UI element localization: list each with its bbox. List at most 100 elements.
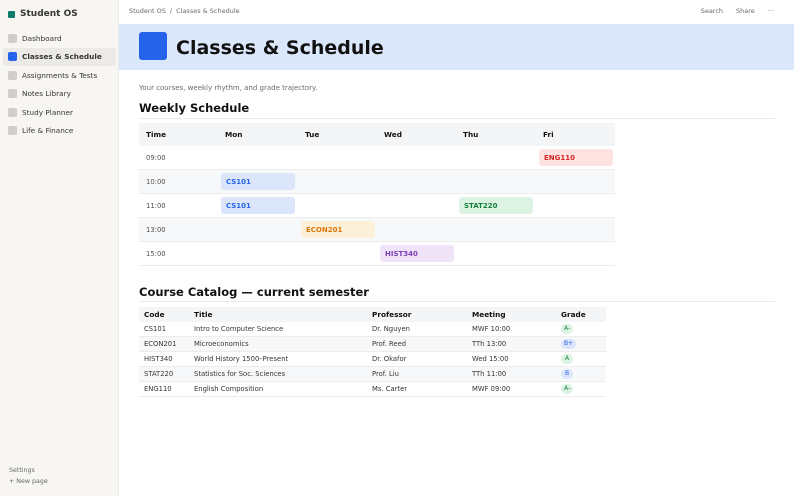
breadcrumb-current[interactable]: Classes & Schedule <box>176 7 240 15</box>
cell-meeting: MWF 10:00 <box>472 325 511 333</box>
workspace-name: Student OS <box>20 9 78 19</box>
sidebar-item-assignments-tests[interactable]: Assignments & Tests <box>3 66 116 85</box>
course-catalog-table: Code Title Professor Meeting Grade CS101 Intr… <box>139 307 606 397</box>
table-row[interactable]: CS101 Intro to Computer Science Dr. Nguyen… <box>139 322 606 337</box>
schedule-row: 11:00 CS101 STAT220 <box>139 194 615 218</box>
schedule-row: 13:00 ECON201 <box>139 218 615 242</box>
divider <box>139 118 775 119</box>
class-block-hist340[interactable]: HIST340 <box>380 245 454 262</box>
class-block-cs101[interactable]: CS101 <box>221 173 295 190</box>
column-header-wed: Wed <box>384 130 402 139</box>
class-block-eng110[interactable]: ENG110 <box>539 149 613 166</box>
cell-title: Statistics for Soc. Sciences <box>194 370 286 378</box>
page-subtitle: Your courses, weekly rhythm, and grade t… <box>139 84 318 92</box>
cell-professor: Dr. Nguyen <box>372 325 410 333</box>
cell-meeting: TTh 11:00 <box>472 370 507 378</box>
column-header-time: Time <box>146 130 167 139</box>
breadcrumb-workspace[interactable]: Student OS <box>129 7 166 15</box>
page-icon[interactable] <box>139 32 167 60</box>
table-row[interactable]: HIST340 World History 1500–Present Dr. Oka… <box>139 352 606 367</box>
cell-meeting: Wed 15:00 <box>472 355 509 363</box>
cell-code: STAT220 <box>144 370 174 378</box>
page-icon <box>8 89 17 99</box>
sidebar-item-study-planner[interactable]: Study Planner <box>3 103 116 122</box>
sidebar-nav: Dashboard Classes & Schedule Assignments &… <box>3 29 116 140</box>
grade-badge: A <box>561 354 573 364</box>
table-row[interactable]: ECON201 Microeconomics Prof. Reed TTh 13:00… <box>139 337 606 352</box>
column-header-mon: Mon <box>225 130 243 139</box>
column-header-code: Code <box>144 310 165 319</box>
class-block-cs101[interactable]: CS101 <box>221 197 295 214</box>
top-actions: Search Share ··· <box>701 7 774 15</box>
sidebar-item-life-finance[interactable]: Life & Finance <box>3 122 116 141</box>
cell-code: ENG110 <box>144 385 172 393</box>
settings-link[interactable]: Settings <box>9 465 48 476</box>
cell-professor: Prof. Liu <box>372 370 399 378</box>
cell-professor: Dr. Okafor <box>372 355 407 363</box>
sidebar-item-label: Life & Finance <box>22 126 74 136</box>
sidebar-item-label: Dashboard <box>22 33 62 43</box>
cell-title: World History 1500–Present <box>194 355 289 363</box>
column-header-thu: Thu <box>463 130 479 139</box>
table-row[interactable]: ENG110 English Composition Ms. Carter MWF 0… <box>139 382 606 397</box>
time-label: 10:00 <box>146 178 166 186</box>
weekly-schedule-heading: Weekly Schedule <box>139 101 250 115</box>
column-header-grade: Grade <box>561 310 586 319</box>
share-button[interactable]: Share <box>736 7 755 15</box>
sidebar-item-notes-library[interactable]: Notes Library <box>3 85 116 104</box>
cell-title: Microeconomics <box>194 340 249 348</box>
column-header-fri: Fri <box>543 130 554 139</box>
weekly-schedule-table: Time Mon Tue Wed Thu Fri 09:00 ENG110 10:00 CS10… <box>139 123 615 266</box>
cell-title: Intro to Computer Science <box>194 325 284 333</box>
sidebar-item-label: Study Planner <box>22 107 74 117</box>
page-icon <box>8 107 17 117</box>
cell-professor: Prof. Reed <box>372 340 407 348</box>
class-block-stat220[interactable]: STAT220 <box>459 197 533 214</box>
divider <box>139 301 775 302</box>
sidebar-item-label: Notes Library <box>22 89 71 99</box>
class-block-econ201[interactable]: ECON201 <box>301 221 375 238</box>
grade-badge: B+ <box>561 339 577 349</box>
grade-badge: A- <box>561 384 574 394</box>
topbar: Student OS / Classes & Schedule Search S… <box>119 0 794 24</box>
column-header-professor: Professor <box>372 310 412 319</box>
page-icon <box>8 126 17 136</box>
breadcrumb: Student OS / Classes & Schedule <box>129 7 240 15</box>
table-row[interactable]: STAT220 Statistics for Soc. Sciences Prof.… <box>139 367 606 382</box>
cell-code: HIST340 <box>144 355 173 363</box>
workspace-logo-icon <box>8 10 15 18</box>
grade-badge: B <box>561 369 573 379</box>
schedule-row: 09:00 ENG110 <box>139 146 615 170</box>
cell-meeting: MWF 09:00 <box>472 385 511 393</box>
sidebar: Student OS Dashboard Classes & Schedule As… <box>0 0 119 496</box>
search-button[interactable]: Search <box>701 7 723 15</box>
more-options-icon[interactable]: ··· <box>768 7 774 15</box>
cell-code: CS101 <box>144 325 167 333</box>
time-label: 09:00 <box>146 154 166 162</box>
page-title: Classes & Schedule <box>176 37 384 59</box>
column-header-tue: Tue <box>305 130 320 139</box>
new-page-button[interactable]: + New page <box>9 476 48 487</box>
breadcrumb-separator: / <box>169 7 173 15</box>
schedule-row: 15:00 HIST340 <box>139 242 615 266</box>
sidebar-item-dashboard[interactable]: Dashboard <box>3 29 116 48</box>
page-icon <box>8 33 17 43</box>
sidebar-item-label: Classes & Schedule <box>22 52 102 62</box>
cell-professor: Ms. Carter <box>372 385 408 393</box>
cell-code: ECON201 <box>144 340 177 348</box>
workspace-switcher[interactable]: Student OS <box>8 9 78 19</box>
schedule-row: 10:00 CS101 <box>139 170 615 194</box>
time-label: 11:00 <box>146 202 166 210</box>
catalog-header-row: Code Title Professor Meeting Grade <box>139 307 606 322</box>
cell-title: English Composition <box>194 385 264 393</box>
time-label: 15:00 <box>146 250 166 258</box>
page-icon <box>8 70 17 80</box>
schedule-header-row: Time Mon Tue Wed Thu Fri <box>139 123 615 146</box>
column-header-meeting: Meeting <box>472 310 506 319</box>
cell-meeting: TTh 13:00 <box>472 340 507 348</box>
grade-badge: A- <box>561 324 574 334</box>
sidebar-item-classes-schedule[interactable]: Classes & Schedule <box>3 47 116 66</box>
page-icon <box>8 52 17 62</box>
sidebar-item-label: Assignments & Tests <box>22 70 98 80</box>
column-header-title: Title <box>194 310 213 319</box>
